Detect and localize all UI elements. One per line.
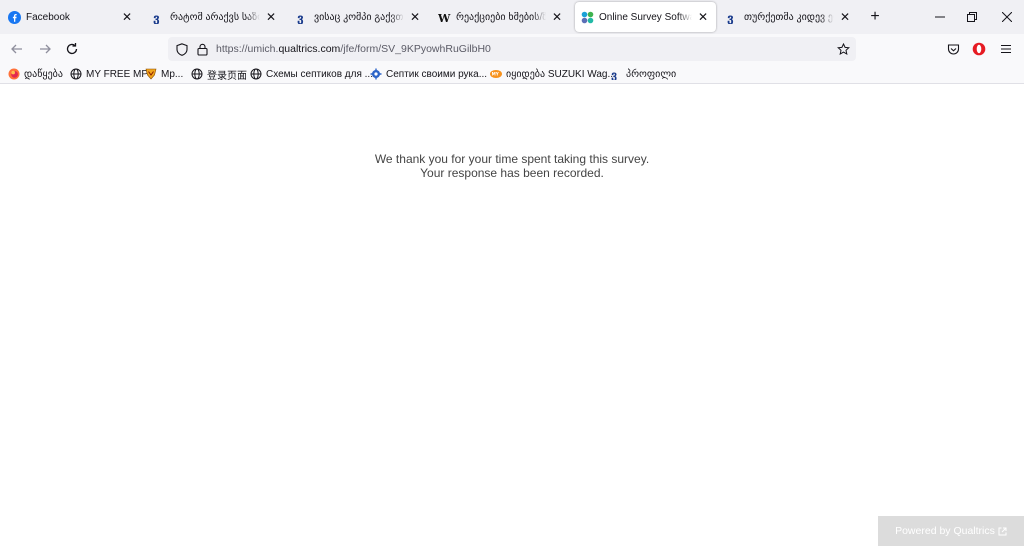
tab-qualtrics[interactable]: Online Survey Software | Qualtrics ✕ [575, 2, 716, 32]
georgian-site-icon: ვ [296, 11, 309, 24]
bookmark-suzuki[interactable]: MY იყიდება SUZUKI Wag... [490, 66, 616, 82]
close-icon[interactable]: ✕ [264, 10, 278, 24]
lock-icon[interactable] [194, 41, 210, 57]
gear-icon [370, 68, 382, 80]
bookmark-label: MY FREE MP3 [86, 68, 154, 80]
bookmark-mp[interactable]: Mp... [145, 66, 183, 82]
close-icon[interactable]: ✕ [120, 10, 134, 24]
myauto-icon: MY [490, 68, 502, 80]
url-text[interactable]: https://umich.qualtrics.com/jfe/form/SV_… [216, 43, 491, 55]
opera-extension-icon[interactable] [970, 40, 988, 58]
url-bar[interactable]: https://umich.qualtrics.com/jfe/form/SV_… [168, 37, 856, 61]
url-domain: qualtrics.com [278, 43, 341, 55]
navigation-bar: https://umich.qualtrics.com/jfe/form/SV_… [0, 34, 1024, 64]
firefox-icon [8, 68, 20, 80]
thank-you-message: We thank you for your time spent taking … [374, 152, 650, 166]
close-icon[interactable]: ✕ [696, 10, 710, 24]
bookmark-label: პროფილი [626, 68, 677, 80]
svg-text:ვ: ვ [611, 69, 617, 81]
bookmark-login[interactable]: 登录页面 [191, 66, 247, 82]
svg-text:W: W [438, 12, 451, 24]
forward-arrow-icon[interactable] [36, 40, 54, 58]
powered-by-qualtrics-link[interactable]: Powered by Qualtrics [878, 516, 1024, 546]
wikipedia-icon: W [438, 11, 451, 24]
minimize-icon[interactable] [930, 7, 950, 27]
bookmark-my-free-mp3[interactable]: MY FREE MP3 [70, 66, 154, 82]
bookmark-label: 登录页面 [207, 70, 247, 82]
powered-by-label: Powered by Qualtrics [895, 525, 995, 537]
badge-icon [145, 68, 157, 80]
bookmark-label: Схемы септиков для ... [266, 68, 373, 80]
new-tab-button[interactable]: + [866, 8, 884, 26]
globe-icon [70, 68, 82, 80]
url-path: /jfe/form/SV_9KPyowhRuGilbH0 [340, 43, 491, 55]
georgian-site-icon: ვ [610, 68, 622, 81]
bookmarks-bar: დაწყება MY FREE MP3 Mp... 登录页面 Схемы сеп… [0, 64, 1024, 84]
svg-text:ვ: ვ [297, 11, 304, 24]
response-recorded-message: Your response has been recorded. [420, 166, 604, 180]
georgian-site-icon: ვ [726, 11, 739, 24]
close-window-icon[interactable] [997, 7, 1017, 27]
close-icon[interactable]: ✕ [550, 10, 564, 24]
tab-georgian-2[interactable]: ვ ვისაც კომპი გაქვთ დააჭირეთ ✕ [290, 2, 428, 32]
bookmark-septic-schemes[interactable]: Схемы септиков для ... [250, 66, 373, 82]
tab-georgian-3[interactable]: ვ თურქეთმა კიდევ ერთხელ ✕ [720, 2, 858, 32]
tab-title: ვისაც კომპი გაქვთ დააჭირეთ [314, 11, 404, 23]
tab-strip: Facebook ✕ ვ რატომ არაქვს საზოგადოებას ✕… [0, 0, 1024, 34]
facebook-icon [8, 10, 21, 24]
tab-title: Facebook [26, 11, 70, 23]
globe-icon [250, 68, 262, 80]
svg-text:ვ: ვ [153, 11, 160, 24]
bookmark-label: Mp... [161, 68, 184, 80]
close-icon[interactable]: ✕ [838, 10, 852, 24]
tab-title: თურქეთმა კიდევ ერთხელ [744, 11, 834, 23]
bookmark-label: დაწყება [24, 68, 63, 80]
back-arrow-icon[interactable] [8, 40, 26, 58]
svg-text:ვ: ვ [727, 11, 734, 24]
tab-wikipedia[interactable]: W რეაქციები ხმების/ზეგავლენა ✕ [432, 2, 570, 32]
svg-text:MY: MY [492, 72, 500, 77]
restore-icon[interactable] [962, 7, 982, 27]
external-link-icon [998, 527, 1007, 536]
globe-icon [191, 68, 203, 80]
tab-title: Online Survey Software | Qualtrics [599, 11, 692, 23]
bookmark-label: იყიდება SUZUKI Wag... [506, 68, 616, 80]
bookmark-label: Септик своими рука... [386, 68, 488, 80]
georgian-site-icon: ვ [152, 11, 165, 24]
url-prefix: https://umich. [216, 43, 279, 55]
close-icon[interactable]: ✕ [408, 10, 422, 24]
tab-title: რეაქციები ხმების/ზეგავლენა [456, 11, 546, 23]
menu-icon[interactable] [997, 40, 1015, 58]
bookmark-profile[interactable]: ვ პროფილი [610, 66, 676, 82]
bookmark-start[interactable]: დაწყება [8, 66, 63, 82]
qualtrics-icon [581, 11, 594, 24]
reload-icon[interactable] [63, 40, 81, 58]
bookmark-septic-diy[interactable]: Септик своими рука... [370, 66, 487, 82]
tab-title: რატომ არაქვს საზოგადოებას [170, 11, 260, 23]
tab-facebook[interactable]: Facebook ✕ [2, 2, 140, 32]
tab-georgian-1[interactable]: ვ რატომ არაქვს საზოგადოებას ✕ [146, 2, 284, 32]
star-bookmark-icon[interactable] [835, 41, 851, 57]
shield-icon[interactable] [174, 41, 190, 57]
pocket-icon[interactable] [944, 40, 962, 58]
